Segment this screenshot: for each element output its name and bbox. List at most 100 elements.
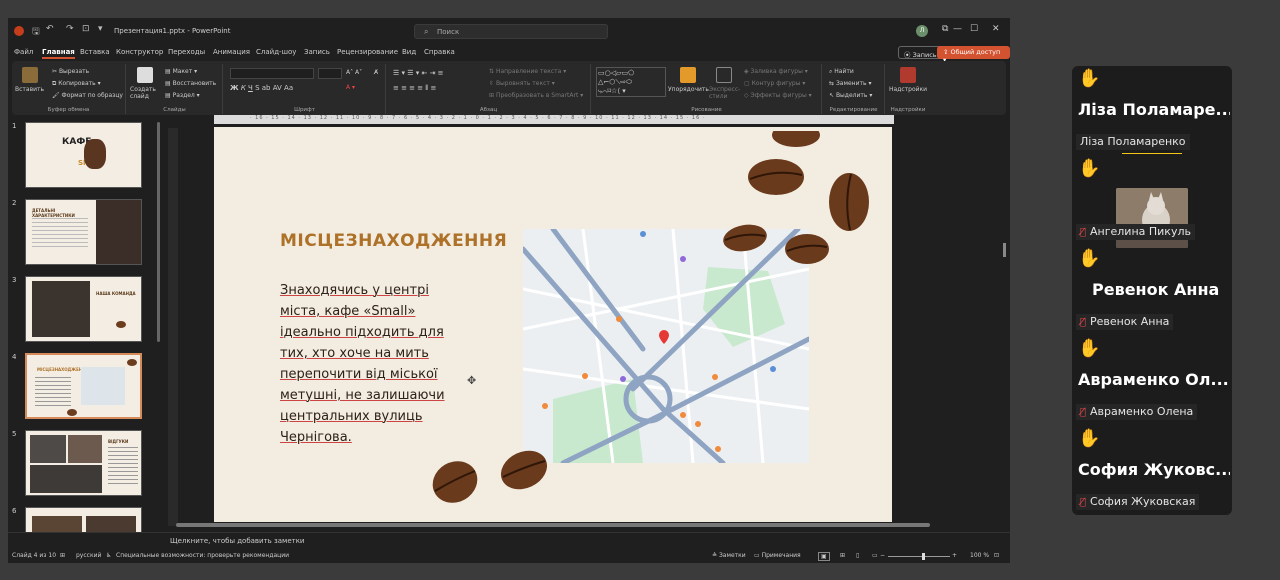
slide-thumbnail-1[interactable]: КАФЕ SMALL (25, 122, 142, 188)
zoom-slider-thumb[interactable] (922, 553, 926, 560)
close-icon[interactable]: ✕ (992, 24, 1000, 34)
participant-tile[interactable]: ✋ София Жуковс... 🎙̸ София Жуковская (1072, 426, 1232, 515)
shapes-gallery[interactable]: ▭○◁▱▭⬠ △⌐⬡⟍⇨⬭ ⤷⌒⌑☆⟨ ▾ (596, 67, 666, 97)
smartart-button[interactable]: ⊞ Преобразовать в SmartArt ▾ (489, 92, 583, 99)
format-painter-button[interactable]: 🖌 Формат по образцу (52, 92, 123, 99)
select-button[interactable]: ↖ Выделить ▾ (829, 92, 872, 99)
tab-file[interactable]: Файл (14, 48, 33, 56)
minimize-icon[interactable]: — (953, 24, 962, 34)
shape-outline-button[interactable]: ▢ Контур фигуры ▾ (744, 80, 805, 87)
section-button[interactable]: ▤ Раздел ▾ (165, 92, 200, 99)
customize-quick-access-icon[interactable]: ▾ (98, 24, 103, 34)
slide-thumbnail-4-selected[interactable]: МІСЦЕЗНАХОДЖЕННЯ (25, 353, 142, 419)
tab-design[interactable]: Конструктор (116, 48, 163, 56)
align-text-button[interactable]: ⇳ Выровнять текст ▾ (489, 80, 555, 87)
participant-tile[interactable]: ✋ 🎙̸ Ангелина Пикуль (1072, 156, 1232, 248)
quick-styles-icon[interactable] (716, 67, 732, 83)
search-icon: ⌕ (424, 27, 429, 36)
copy-button[interactable]: ⧉ Копировать ▾ (52, 80, 101, 88)
thumbnail-text-lines (35, 377, 71, 407)
tab-slideshow[interactable]: Слайд-шоу (256, 48, 296, 56)
tab-animations[interactable]: Анимация (213, 48, 250, 56)
horizontal-scrollbar[interactable] (176, 523, 930, 527)
participant-tile[interactable]: ✋ Ревенок Анна 🎙̸ Ревенок Анна (1072, 246, 1232, 336)
paste-icon[interactable] (22, 67, 38, 83)
shape-effects-button[interactable]: ◇ Эффекты фигуры ▾ (744, 92, 812, 99)
slide-body-text[interactable]: Знаходячись у центрі міста, кафе «Small»… (280, 280, 464, 448)
replace-button[interactable]: ⇆ Заменить ▾ (829, 80, 871, 87)
search-placeholder: Поиск (437, 28, 460, 36)
participant-name-large: Ревенок Анна (1092, 280, 1220, 299)
font-size-select[interactable] (318, 68, 342, 79)
normal-view-icon[interactable]: ▣ (818, 552, 830, 561)
new-slide-icon[interactable] (137, 67, 153, 83)
quick-styles-button[interactable]: Экспресс-стили (709, 86, 740, 100)
slide-thumbnail-2[interactable]: ДЕТАЛЬНІ ХАРАКТЕРИСТИКИ (25, 199, 142, 265)
slide-sorter-icon[interactable]: ⊞ (840, 552, 845, 559)
arrange-icon[interactable] (680, 67, 696, 83)
layout-button[interactable]: ▤ Макет ▾ (165, 68, 197, 75)
accessibility-icon[interactable]: ♿ (106, 552, 111, 559)
present-icon[interactable]: ⊡ (82, 24, 90, 34)
addins-icon[interactable] (900, 67, 916, 83)
reading-view-icon[interactable]: ▯ (856, 552, 859, 559)
tab-help[interactable]: Справка (424, 48, 455, 56)
notes-pane[interactable]: Щелкните, чтобы добавить заметки (8, 532, 1010, 550)
vertical-scrollbar-thumb[interactable] (1003, 243, 1006, 257)
participant-tile[interactable]: ✋ Авраменко Ол... 🎙̸ Авраменко Олена (1072, 336, 1232, 426)
fit-slide-icon[interactable]: ⊡ (994, 552, 999, 559)
tab-view[interactable]: Вид (402, 48, 416, 56)
location-map-image[interactable] (523, 229, 809, 463)
font-size-buttons[interactable]: A˄ A˅ (346, 69, 362, 76)
participant-tile[interactable]: ✋ Ліза Поламаре... Ліза Поламаренко (1072, 66, 1232, 156)
undo-icon[interactable]: ↶ (46, 24, 54, 34)
maximize-icon[interactable]: ☐ (970, 24, 978, 34)
arrange-button[interactable]: Упорядочить (668, 86, 709, 93)
participant-label: Ліза Поламаренко (1076, 134, 1190, 150)
redo-icon[interactable]: ↷ (66, 24, 74, 34)
ribbon-display-icon[interactable]: ⧉ (942, 24, 948, 34)
list-buttons[interactable]: ☰ ▾ ☰ ▾ ⇤ ⇥ ≡ (393, 69, 444, 77)
search-input[interactable]: ⌕ Поиск (414, 24, 608, 39)
new-slide-button[interactable]: Создать слайд (130, 86, 158, 100)
share-button[interactable]: ⇪ Общий доступ ▾ (937, 46, 1010, 64)
slideshow-view-icon[interactable]: ▭ (872, 552, 878, 559)
user-avatar[interactable]: Л (916, 25, 928, 37)
save-icon[interactable]: 🖫 (32, 24, 40, 40)
raised-hand-icon: ✋ (1078, 248, 1101, 269)
record-button[interactable]: ⦿ Запись (898, 46, 943, 59)
font-color-icon[interactable]: A ▾ (346, 84, 355, 91)
zoom-level[interactable]: 100 % (970, 552, 989, 559)
zoom-in-icon[interactable]: + (952, 552, 957, 559)
accessibility-status[interactable]: Специальные возможности: проверьте реком… (116, 552, 289, 559)
alignment-buttons[interactable]: ≡ ≡ ≡ ≡ ⫴ ≡ (393, 84, 436, 93)
meeting-participants-panel: ✋ Ліза Поламаре... Ліза Поламаренко ✋ 🎙̸… (1072, 66, 1232, 515)
addins-button[interactable]: Надстройки (889, 86, 927, 93)
cut-button[interactable]: ✂ Вырезать (52, 68, 89, 75)
slide-thumbnail-5[interactable]: ВІДГУКИ (25, 430, 142, 496)
tab-home[interactable]: Главная (42, 48, 75, 59)
comments-button[interactable]: ▭ Примечания (754, 552, 801, 559)
font-family-select[interactable] (230, 68, 314, 79)
thumbnails-scrollbar[interactable] (157, 122, 160, 342)
language-indicator[interactable]: русский (76, 552, 101, 559)
tab-insert[interactable]: Вставка (80, 48, 110, 56)
find-button[interactable]: ⌕ Найти (829, 68, 854, 76)
tab-transitions[interactable]: Переходы (168, 48, 205, 56)
spellcheck-icon[interactable]: ⊞ (60, 552, 65, 559)
participant-name-large: София Жуковс... (1078, 460, 1230, 479)
shape-fill-button[interactable]: ◈ Заливка фигуры ▾ (744, 68, 808, 75)
clear-formatting-icon[interactable]: A̸ (374, 69, 378, 76)
text-direction-button[interactable]: ⇅ Направление текста ▾ (489, 68, 566, 75)
slide-thumbnail-3[interactable]: НАША КОМАНДА (25, 276, 142, 342)
notes-toggle-button[interactable]: ≙ Заметки (712, 552, 746, 559)
tab-review[interactable]: Рецензирование (337, 48, 398, 56)
slide-title[interactable]: МІСЦЕЗНАХОДЖЕННЯ (280, 231, 507, 251)
slide-canvas[interactable]: МІСЦЕЗНАХОДЖЕННЯ Знаходячись у центрі мі… (214, 127, 892, 522)
paste-button[interactable]: Вставить (15, 86, 44, 93)
zoom-out-icon[interactable]: − (880, 552, 885, 559)
tab-record[interactable]: Запись (304, 48, 330, 56)
reset-button[interactable]: ▤ Восстановить (165, 80, 216, 87)
text-format-buttons[interactable]: Ж К Ч S ab AV Aa (230, 84, 293, 92)
zoom-slider[interactable] (888, 556, 950, 557)
